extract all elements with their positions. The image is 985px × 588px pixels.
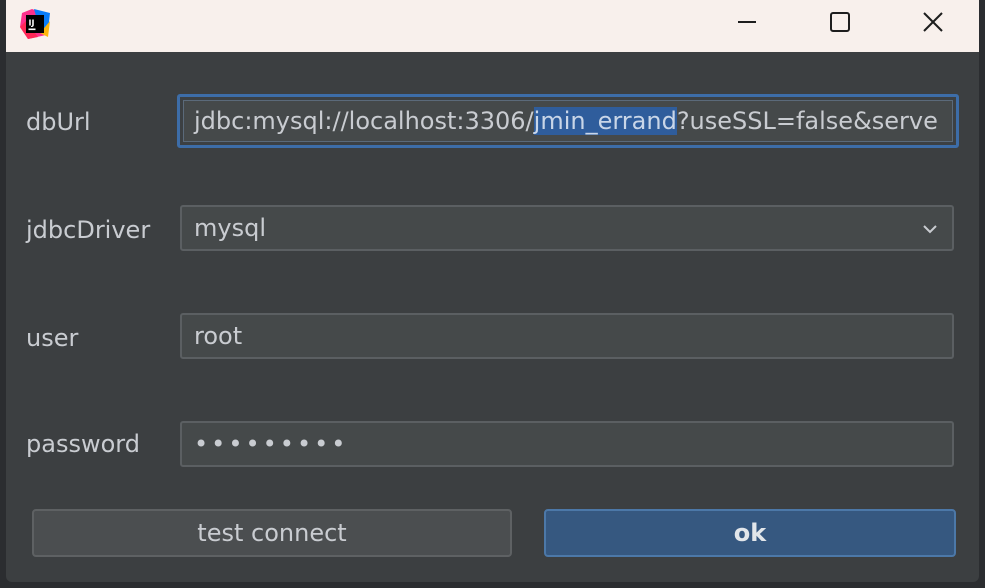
minimize-button[interactable] bbox=[724, 6, 770, 42]
jdbcdriver-value: mysql bbox=[194, 214, 266, 242]
dburl-value-suffix: ?useSSL=false&serve bbox=[676, 107, 938, 135]
dburl-value[interactable]: jdbc:mysql://localhost:3306/jmin_errand?… bbox=[194, 101, 938, 141]
title-bar[interactable]: IJ bbox=[6, 0, 979, 52]
db-connection-dialog: IJ dbUrl jdbc:mysql://localhost:3306/jmi… bbox=[6, 0, 979, 582]
user-input[interactable]: root bbox=[180, 313, 954, 359]
password-value: ••••••••• bbox=[194, 430, 349, 458]
ok-button[interactable]: ok bbox=[544, 509, 956, 557]
dburl-input-inner[interactable]: jdbc:mysql://localhost:3306/jmin_errand?… bbox=[183, 100, 953, 142]
close-icon bbox=[922, 11, 944, 37]
user-label: user bbox=[26, 324, 79, 352]
password-label: password bbox=[26, 430, 140, 458]
svg-text:IJ: IJ bbox=[29, 19, 35, 28]
password-input[interactable]: ••••••••• bbox=[180, 421, 954, 467]
dburl-label: dbUrl bbox=[26, 108, 91, 136]
jdbcdriver-label: jdbcDriver bbox=[26, 216, 151, 244]
close-button[interactable] bbox=[910, 6, 956, 42]
jdbcdriver-select[interactable]: mysql bbox=[180, 205, 954, 251]
minimize-icon bbox=[736, 11, 758, 37]
chevron-down-icon[interactable] bbox=[920, 219, 940, 239]
test-connect-button[interactable]: test connect bbox=[32, 509, 512, 557]
dburl-input[interactable]: jdbc:mysql://localhost:3306/jmin_errand?… bbox=[177, 94, 959, 148]
maximize-button[interactable] bbox=[817, 6, 863, 42]
intellij-idea-icon: IJ bbox=[20, 9, 50, 39]
dburl-value-prefix: jdbc:mysql://localhost:3306/ bbox=[194, 107, 534, 135]
maximize-icon bbox=[829, 11, 851, 37]
dburl-selected-text: jmin_errand bbox=[533, 107, 677, 135]
user-value: root bbox=[194, 322, 243, 350]
